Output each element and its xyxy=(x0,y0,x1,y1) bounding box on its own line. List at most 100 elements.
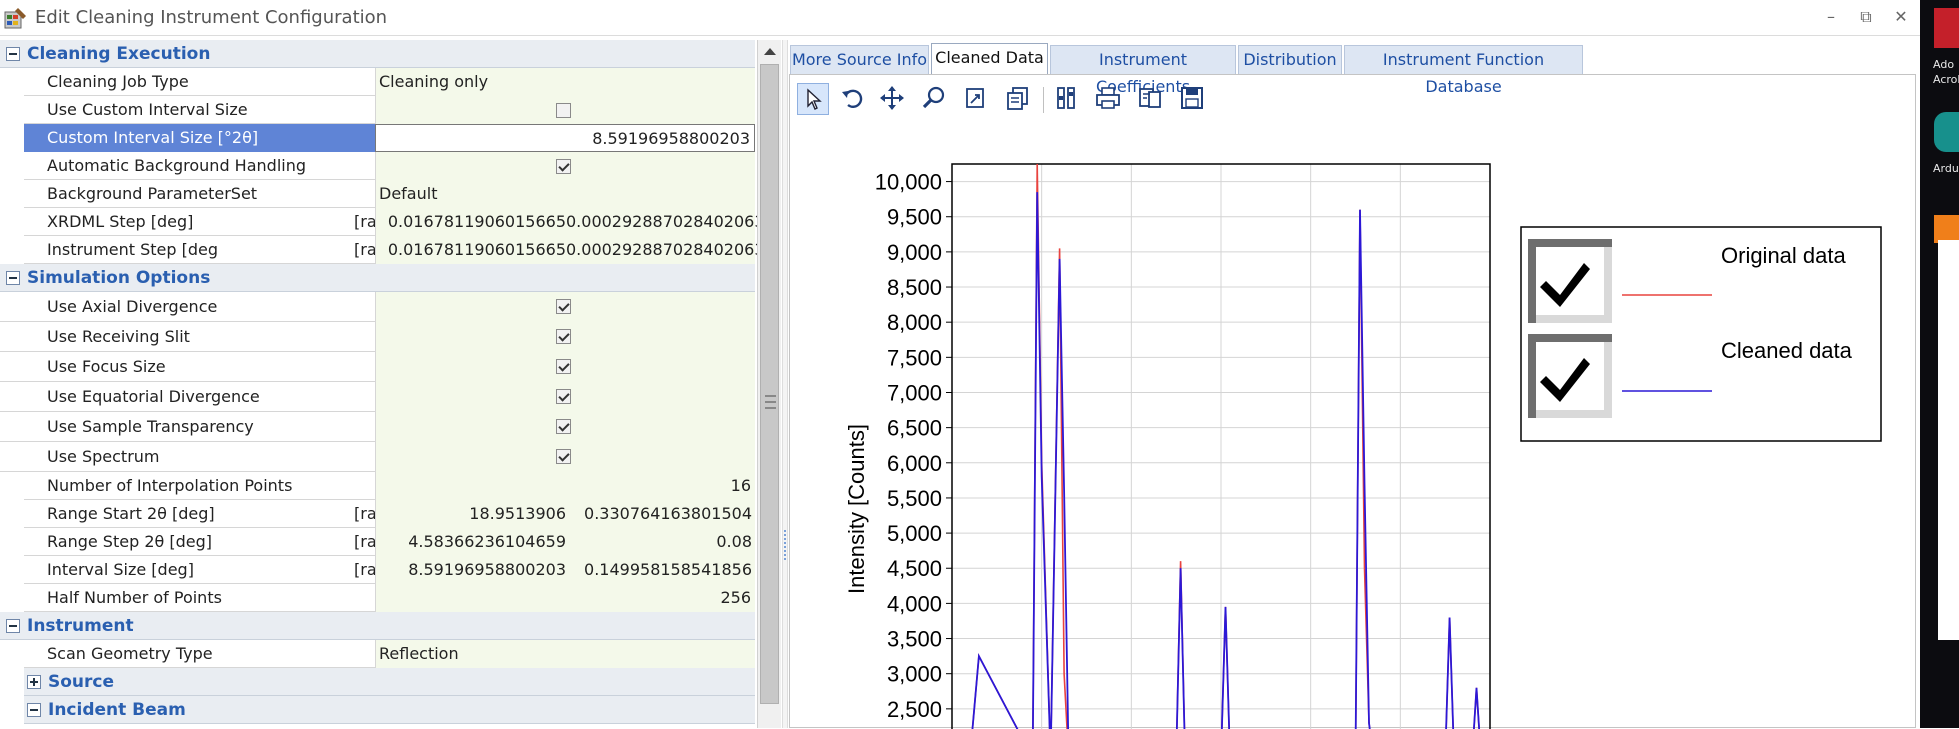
tab-cleaned-data[interactable]: Cleaned Data xyxy=(931,43,1048,74)
pan-icon[interactable] xyxy=(877,83,909,115)
arduino-desktop-icon[interactable] xyxy=(1934,112,1959,152)
row-use-axial-divergence[interactable]: Use Axial Divergence xyxy=(0,292,755,322)
row-use-receiving-slit[interactable]: Use Receiving Slit xyxy=(0,322,755,352)
row-use-focus-size[interactable]: Use Focus Size xyxy=(0,352,755,382)
collapse-toggle-icon[interactable] xyxy=(6,271,20,285)
tab-distribution[interactable]: Distribution xyxy=(1238,45,1342,74)
expand-toggle-icon[interactable] xyxy=(27,675,41,689)
scan-geometry-type-value[interactable]: Reflection xyxy=(375,640,755,668)
restore-button[interactable]: ⧉ xyxy=(1849,4,1883,30)
range-step-deg[interactable]: 4.58366236104659 xyxy=(376,528,566,556)
undo-icon[interactable] xyxy=(837,83,869,115)
row-use-equatorial-divergence[interactable]: Use Equatorial Divergence xyxy=(0,382,755,412)
instrument-step-deg[interactable]: 0.0167811906015665 xyxy=(376,236,566,264)
interval-size-value[interactable]: 8.59196958800203 0.149958158541856 xyxy=(375,556,755,584)
range-start-value[interactable]: 18.9513906 0.330764163801504 xyxy=(375,500,755,528)
tab-instrument-coefficients[interactable]: Instrument Coefficients xyxy=(1050,45,1236,96)
row-xrdml-step[interactable]: XRDML Step [deg] [rad] 0.0167811906015665… xyxy=(0,208,765,236)
row-custom-interval-size[interactable]: Custom Interval Size [°2θ] 8.59196958800… xyxy=(0,124,755,152)
half-number-of-points-value[interactable]: 256 xyxy=(375,584,755,612)
row-interpolation-points[interactable]: Number of Interpolation Points 16 xyxy=(0,472,755,500)
equatorial-divergence-checkbox[interactable] xyxy=(556,389,571,404)
xrdml-step-rad[interactable]: 0.000292887028402063 xyxy=(566,208,765,236)
row-use-sample-transparency[interactable]: Use Sample Transparency xyxy=(0,412,755,442)
property-name: Use Focus Size xyxy=(47,357,166,376)
collapse-toggle-icon[interactable] xyxy=(6,619,20,633)
y-tick-label: 4,500 xyxy=(887,556,942,581)
category-incident-beam[interactable]: Incident Beam xyxy=(24,696,755,724)
axial-divergence-checkbox[interactable] xyxy=(556,299,571,314)
grid-scrollbar[interactable] xyxy=(757,40,781,728)
background-parameterset-value[interactable]: Default xyxy=(375,180,755,208)
property-name: XRDML Step [deg] [rad] xyxy=(24,208,393,236)
range-step-rad[interactable]: 0.08 xyxy=(566,528,752,556)
collapse-toggle-icon[interactable] xyxy=(6,47,20,61)
save-icon[interactable] xyxy=(1177,83,1209,115)
use-custom-interval-checkbox[interactable] xyxy=(556,103,571,118)
range-start-rad[interactable]: 0.330764163801504 xyxy=(566,500,752,528)
range-step-value[interactable]: 4.58366236104659 0.08 xyxy=(375,528,755,556)
automatic-background-checkbox[interactable] xyxy=(556,159,571,174)
minimize-button[interactable]: – xyxy=(1814,4,1848,30)
property-name: Use Axial Divergence xyxy=(47,297,218,316)
row-range-step[interactable]: Range Step 2θ [deg] [rad] 4.5836623610465… xyxy=(0,528,755,556)
range-start-deg[interactable]: 18.9513906 xyxy=(376,500,566,528)
title-bar: Edit Cleaning Instrument Configuration –… xyxy=(0,0,1920,36)
xrdml-step-value[interactable]: 0.0167811906015665 0.000292887028402063 xyxy=(375,208,765,236)
row-cleaning-job-type[interactable]: Cleaning Job Type Cleaning only xyxy=(0,68,755,96)
cleaning-job-type-value[interactable]: Cleaning only xyxy=(375,68,755,96)
scrollbar-thumb[interactable] xyxy=(760,64,779,704)
custom-interval-size-input[interactable]: 8.59196958800203 xyxy=(375,124,755,152)
spectrum-checkbox[interactable] xyxy=(556,449,571,464)
y-tick-label: 8,500 xyxy=(887,275,942,300)
y-tick-label: 5,500 xyxy=(887,486,942,511)
desktop-label: Acrob xyxy=(1933,73,1959,86)
category-label: Incident Beam xyxy=(48,700,186,720)
export-icon[interactable] xyxy=(961,83,993,115)
desktop-background: Ado Acrob Ardu xyxy=(1920,0,1959,728)
print-preview-icon[interactable] xyxy=(1135,83,1167,115)
intensity-chart[interactable]: 2,500 3,000 3,500 4,000 4,500 5,000 5,500 6,000… xyxy=(790,127,1917,729)
y-axis-ticks: 2,500 3,000 3,500 4,000 4,500 5,000 5,500 6,000… xyxy=(875,170,952,722)
print-icon[interactable] xyxy=(1093,83,1125,115)
property-name: Use Spectrum xyxy=(47,447,160,466)
row-scan-geometry-type[interactable]: Scan Geometry Type Reflection xyxy=(0,640,755,668)
interval-size-rad[interactable]: 0.149958158541856 xyxy=(566,556,752,584)
row-use-custom-interval-size[interactable]: Use Custom Interval Size xyxy=(0,96,755,124)
pane-splitter[interactable] xyxy=(782,40,788,728)
instrument-step-value[interactable]: 0.0167811906015665 0.000292887028402063 xyxy=(375,236,765,264)
category-simulation-options[interactable]: Simulation Options xyxy=(0,264,755,292)
row-instrument-step[interactable]: Instrument Step [deg [rad] 0.016781190601… xyxy=(0,236,765,264)
property-grid: Cleaning Execution Cleaning Job Type Cle… xyxy=(0,40,765,728)
row-interval-size[interactable]: Interval Size [deg] [rad] 8.5919695880020… xyxy=(0,556,755,584)
equatorial-divergence-value xyxy=(375,382,755,412)
collapse-toggle-icon[interactable] xyxy=(27,703,41,717)
tab-more-source-info[interactable]: More Source Info xyxy=(790,45,929,74)
category-instrument[interactable]: Instrument xyxy=(0,612,755,640)
row-automatic-background-handling[interactable]: Automatic Background Handling xyxy=(0,152,755,180)
receiving-slit-checkbox[interactable] xyxy=(556,329,571,344)
properties-icon[interactable] xyxy=(1051,83,1083,115)
window: Edit Cleaning Instrument Configuration –… xyxy=(0,0,1920,729)
tab-instrument-function-database[interactable]: Instrument Function Database xyxy=(1344,45,1583,96)
row-use-spectrum[interactable]: Use Spectrum xyxy=(0,442,755,472)
pointer-icon[interactable] xyxy=(797,83,829,115)
y-tick-label: 9,000 xyxy=(887,240,942,265)
row-range-start[interactable]: Range Start 2θ [deg] [rad] 18.9513906 0.3… xyxy=(0,500,755,528)
row-half-number-of-points[interactable]: Half Number of Points 256 xyxy=(0,584,755,612)
focus-size-checkbox[interactable] xyxy=(556,359,571,374)
scroll-up-arrow-icon[interactable] xyxy=(764,48,776,55)
close-button[interactable]: ✕ xyxy=(1884,4,1918,30)
category-source[interactable]: Source xyxy=(24,668,755,696)
copy-icon[interactable] xyxy=(1003,83,1035,115)
receiving-slit-value xyxy=(375,322,755,352)
instrument-step-rad[interactable]: 0.000292887028402063 xyxy=(566,236,765,264)
interval-size-deg[interactable]: 8.59196958800203 xyxy=(376,556,566,584)
xrdml-step-deg[interactable]: 0.0167811906015665 xyxy=(376,208,566,236)
zoom-icon[interactable] xyxy=(919,83,951,115)
category-cleaning-execution[interactable]: Cleaning Execution xyxy=(0,40,755,68)
sample-transparency-checkbox[interactable] xyxy=(556,419,571,434)
row-background-parameterset[interactable]: Background ParameterSet Default xyxy=(0,180,755,208)
interpolation-points-value[interactable]: 16 xyxy=(375,472,755,500)
acrobat-desktop-icon[interactable] xyxy=(1934,8,1959,48)
